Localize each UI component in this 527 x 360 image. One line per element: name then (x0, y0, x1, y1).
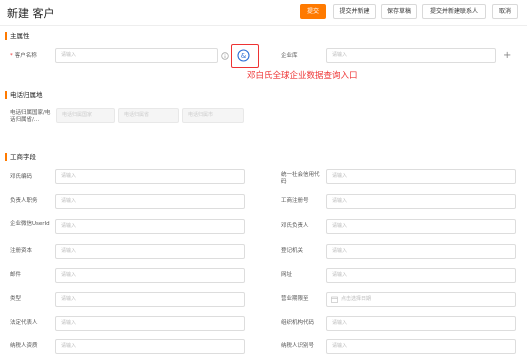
submit-and-new-contact-button[interactable]: 提交并新建联系人 (422, 4, 486, 19)
customer-name-label: * 客户名称 (10, 53, 37, 59)
phone-province-select[interactable]: 电话归属省 (118, 108, 179, 123)
required-mark: * (10, 53, 13, 59)
left-field-label: 负责人职务 (10, 198, 38, 204)
right-field-label: 网址 (281, 272, 293, 278)
enterprise-db-label: 企业库 (281, 53, 298, 59)
right-field-label: 组织机构代码 (281, 320, 315, 326)
left-field-label: 企业微信UserId (10, 221, 50, 227)
left-field-input[interactable]: 请输入 (55, 194, 245, 209)
left-field-label: 注册资本 (10, 248, 33, 254)
left-field-label: 法定代表人 (10, 320, 38, 326)
annotation-text: 邓白氏全球企业数据查询入口 (247, 71, 358, 81)
right-field-label: 营业期限至 (281, 296, 309, 302)
date-picker-placeholder: 点击选择日期 (341, 296, 372, 302)
right-field-input[interactable]: 请输入 (326, 316, 516, 331)
right-field-input[interactable]: 请输入 (326, 219, 516, 234)
section-title-phone: 电话归属地 (5, 90, 43, 100)
plus-icon[interactable]: + (503, 51, 511, 61)
page-title: 新建 客户 (7, 7, 55, 20)
right-field-label: 登记机关 (281, 248, 304, 254)
enterprise-db-input[interactable]: 请输入 (326, 48, 496, 63)
section-title-main: 主属性 (5, 31, 30, 41)
left-field-input[interactable]: 请输入 (55, 169, 245, 184)
phone-country-select[interactable]: 电话归属国家 (56, 108, 115, 123)
left-field-input[interactable]: 请输入 (55, 268, 245, 283)
submit-and-new-button[interactable]: 提交并新建 (333, 4, 376, 19)
cancel-button[interactable]: 取消 (492, 4, 518, 19)
highlight-box (231, 44, 259, 68)
date-picker-input[interactable]: 点击选择日期 (326, 292, 516, 307)
info-icon[interactable] (221, 52, 229, 60)
right-field-input[interactable]: 请输入 (326, 244, 516, 259)
left-field-input[interactable]: 请输入 (55, 292, 245, 307)
save-draft-button[interactable]: 保存草稿 (381, 4, 417, 19)
right-field-label: 统一社会信用代码 (281, 172, 320, 185)
submit-button[interactable]: 提交 (300, 4, 326, 19)
right-field-input[interactable]: 请输入 (326, 268, 516, 283)
right-field-input[interactable]: 请输入 (326, 194, 516, 209)
customer-name-input[interactable]: 请输入 (55, 48, 218, 63)
phone-location-label: 电话归属国家/电话归属省/... (10, 110, 51, 123)
left-field-input[interactable]: 请输入 (55, 244, 245, 259)
page-header: 新建 客户 提交 提交并新建 保存草稿 提交并新建联系人 取消 (0, 0, 527, 26)
right-field-label: 纳税人识别号 (281, 343, 315, 349)
left-field-label: 邓氏编码 (10, 174, 33, 180)
calendar-icon (331, 296, 338, 303)
left-field-label: 纳税人资质 (10, 343, 38, 349)
left-field-input[interactable]: 请输入 (55, 316, 245, 331)
left-field-input[interactable]: 请输入 (55, 219, 245, 234)
left-field-input[interactable]: 请输入 (55, 339, 245, 354)
right-field-label: 工商注册号 (281, 198, 309, 204)
section-title-business: 工商字段 (5, 152, 36, 162)
right-field-input[interactable]: 请输入 (326, 169, 516, 184)
phone-city-select[interactable]: 电话归属市 (182, 108, 244, 123)
right-field-input[interactable]: 请输入 (326, 339, 516, 354)
left-field-label: 邮件 (10, 272, 22, 278)
right-field-label: 邓氏负责人 (281, 223, 309, 229)
left-field-label: 类型 (10, 296, 22, 302)
